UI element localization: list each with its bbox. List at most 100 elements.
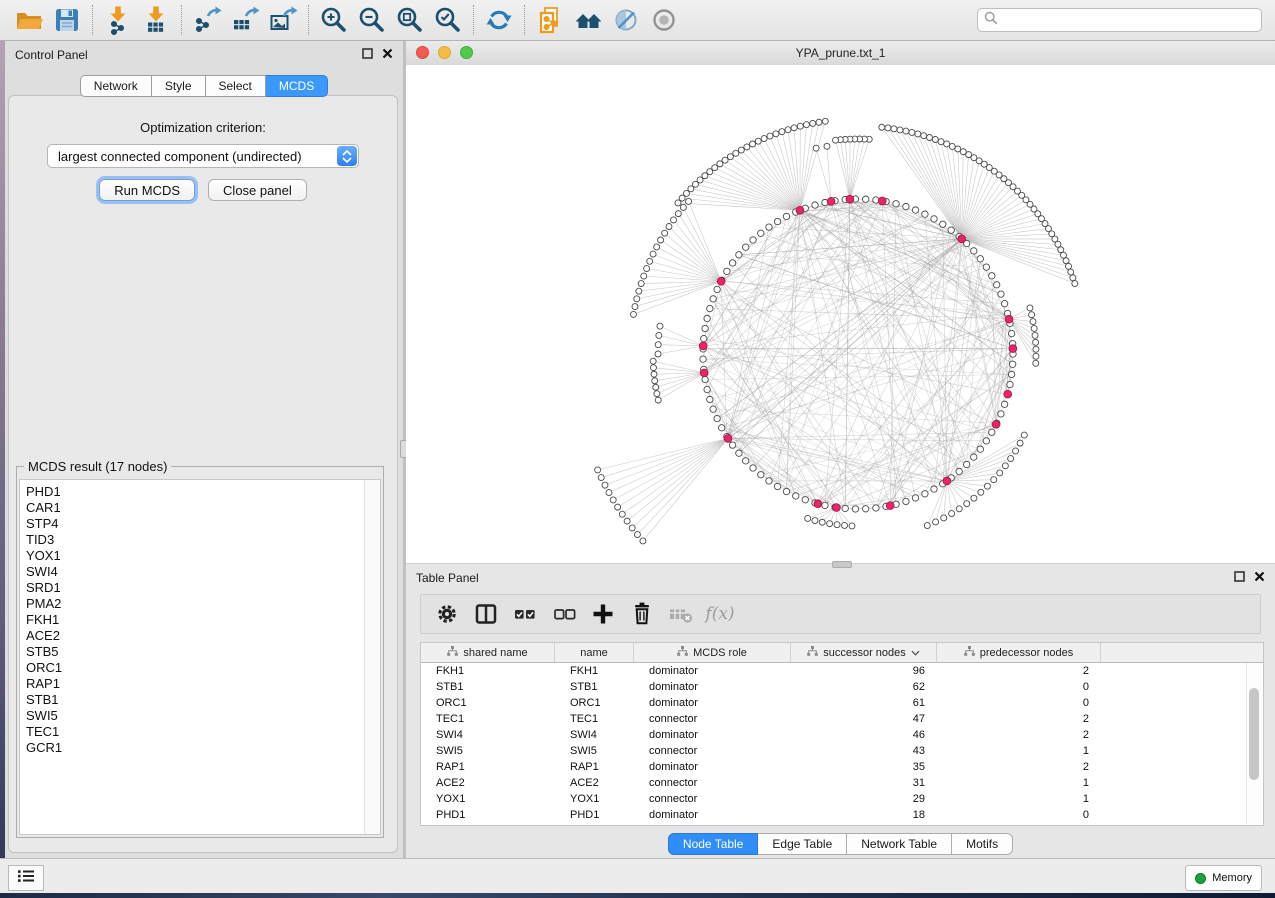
table-cell[interactable]: 46 (791, 727, 937, 743)
mcds-result-list[interactable]: PHD1CAR1STP4TID3YOX1SWI4SRD1PMA2FKH1ACE2… (19, 479, 381, 835)
zoom-in-icon[interactable] (315, 4, 353, 36)
table-cell[interactable]: SWI4 (421, 727, 555, 743)
table-cell[interactable]: 1 (937, 743, 1101, 759)
mcds-node-item[interactable]: TEC1 (26, 724, 380, 740)
table-row[interactable]: SWI4SWI4dominator462 (421, 727, 1263, 743)
mcds-node-item[interactable]: YOX1 (26, 548, 380, 564)
table-cell[interactable]: dominator (634, 679, 791, 695)
export-image-icon[interactable] (264, 4, 302, 36)
mcds-node-item[interactable]: PMA2 (26, 596, 380, 612)
mcds-node-item[interactable]: PHD1 (26, 484, 380, 500)
tab-edge-table[interactable]: Edge Table (758, 833, 847, 855)
table-cell[interactable]: TEC1 (421, 711, 555, 727)
column-header-shared-name[interactable]: shared name (421, 643, 555, 662)
import-table-icon[interactable] (137, 4, 175, 36)
table-cell[interactable]: connector (634, 711, 791, 727)
mcds-node-item[interactable]: RAP1 (26, 676, 380, 692)
table-cell[interactable]: RAP1 (555, 759, 634, 775)
new-network-from-selection-icon[interactable] (531, 4, 569, 36)
table-row[interactable]: RAP1RAP1dominator352 (421, 759, 1263, 775)
run-mcds-button[interactable]: Run MCDS (99, 179, 195, 201)
mcds-node-item[interactable]: FKH1 (26, 612, 380, 628)
table-cell[interactable]: RAP1 (421, 759, 555, 775)
tab-mcds[interactable]: MCDS (266, 75, 328, 97)
column-header-MCDS-role[interactable]: MCDS role (634, 643, 791, 662)
table-cell[interactable]: FKH1 (555, 663, 634, 679)
table-cell[interactable]: 43 (791, 743, 937, 759)
show-columns-icon[interactable] (470, 598, 502, 630)
close-window-button[interactable] (416, 46, 429, 59)
table-cell[interactable]: STB1 (421, 679, 555, 695)
refresh-layout-icon[interactable] (480, 4, 518, 36)
show-graphics-details-icon[interactable] (645, 4, 683, 36)
mcds-node-item[interactable]: SWI4 (26, 564, 380, 580)
zoom-selected-icon[interactable] (429, 4, 467, 36)
table-cell[interactable]: SWI5 (555, 743, 634, 759)
tab-select[interactable]: Select (206, 75, 266, 97)
table-cell[interactable]: 62 (791, 679, 937, 695)
import-network-icon[interactable] (99, 4, 137, 36)
close-panel-button[interactable]: Close panel (208, 179, 307, 201)
column-header-name[interactable]: name (555, 643, 634, 662)
table-cell[interactable]: 2 (937, 711, 1101, 727)
mcds-node-item[interactable]: SRD1 (26, 580, 380, 596)
tab-node-table[interactable]: Node Table (668, 833, 759, 855)
table-row[interactable]: ACE2ACE2connector311 (421, 775, 1263, 791)
table-cell[interactable]: 31 (791, 775, 937, 791)
mcds-node-item[interactable]: STB5 (26, 644, 380, 660)
table-cell[interactable]: 96 (791, 663, 937, 679)
table-cell[interactable]: 0 (937, 679, 1101, 695)
table-cell[interactable]: YOX1 (421, 791, 555, 807)
table-scrollbar[interactable] (1246, 663, 1262, 824)
table-row[interactable]: TEC1TEC1connector472 (421, 711, 1263, 727)
table-cell[interactable]: dominator (634, 807, 791, 823)
table-cell[interactable]: 0 (937, 807, 1101, 823)
table-cell[interactable]: ACE2 (555, 775, 634, 791)
mcds-node-item[interactable]: TID3 (26, 532, 380, 548)
mcds-node-item[interactable]: GCR1 (26, 740, 380, 756)
table-cell[interactable]: ORC1 (555, 695, 634, 711)
memory-button[interactable]: Memory (1185, 865, 1262, 891)
minimize-window-button[interactable] (438, 46, 451, 59)
column-header-successor-nodes[interactable]: successor nodes (791, 643, 937, 662)
mcds-node-item[interactable]: STP4 (26, 516, 380, 532)
mcds-node-item[interactable]: ACE2 (26, 628, 380, 644)
table-cell[interactable]: TEC1 (555, 711, 634, 727)
mcds-node-item[interactable]: CAR1 (26, 500, 380, 516)
mcds-list-scrollbar[interactable] (364, 480, 380, 834)
float-window-icon[interactable] (362, 46, 373, 64)
home-icon[interactable] (569, 4, 607, 36)
table-cell[interactable]: 2 (937, 727, 1101, 743)
table-cell[interactable]: ORC1 (421, 695, 555, 711)
mcds-node-item[interactable]: SWI5 (26, 708, 380, 724)
select-all-icon[interactable] (509, 598, 541, 630)
table-row[interactable]: PHD1PHD1dominator180 (421, 807, 1263, 823)
mcds-node-item[interactable]: STB1 (26, 692, 380, 708)
export-network-icon[interactable] (188, 4, 226, 36)
maximize-window-button[interactable] (460, 46, 473, 59)
hide-graphics-details-icon[interactable] (607, 4, 645, 36)
table-cell[interactable]: dominator (634, 695, 791, 711)
horizontal-splitter-grip[interactable] (832, 561, 852, 568)
table-cell[interactable]: dominator (634, 663, 791, 679)
tab-motifs[interactable]: Motifs (952, 833, 1013, 855)
task-history-button[interactable] (8, 865, 44, 891)
table-cell[interactable]: 2 (937, 759, 1101, 775)
close-table-panel-icon[interactable] (1254, 569, 1265, 587)
column-header-predecessor-nodes[interactable]: predecessor nodes (937, 643, 1101, 662)
optimization-criterion-select[interactable]: largest connected component (undirected) (47, 144, 359, 168)
export-table-icon[interactable] (226, 4, 264, 36)
table-settings-icon[interactable] (431, 598, 463, 630)
zoom-fit-icon[interactable] (391, 4, 429, 36)
table-cell[interactable]: YOX1 (555, 791, 634, 807)
tab-network[interactable]: Network (80, 75, 152, 97)
add-entry-icon[interactable] (587, 598, 619, 630)
delete-entry-icon[interactable] (626, 598, 658, 630)
table-cell[interactable]: 1 (937, 791, 1101, 807)
table-cell[interactable]: dominator (634, 727, 791, 743)
table-cell[interactable]: STB1 (555, 679, 634, 695)
table-row[interactable]: ORC1ORC1dominator610 (421, 695, 1263, 711)
table-cell[interactable]: 35 (791, 759, 937, 775)
network-graph[interactable] (406, 65, 1275, 563)
table-cell[interactable]: 47 (791, 711, 937, 727)
